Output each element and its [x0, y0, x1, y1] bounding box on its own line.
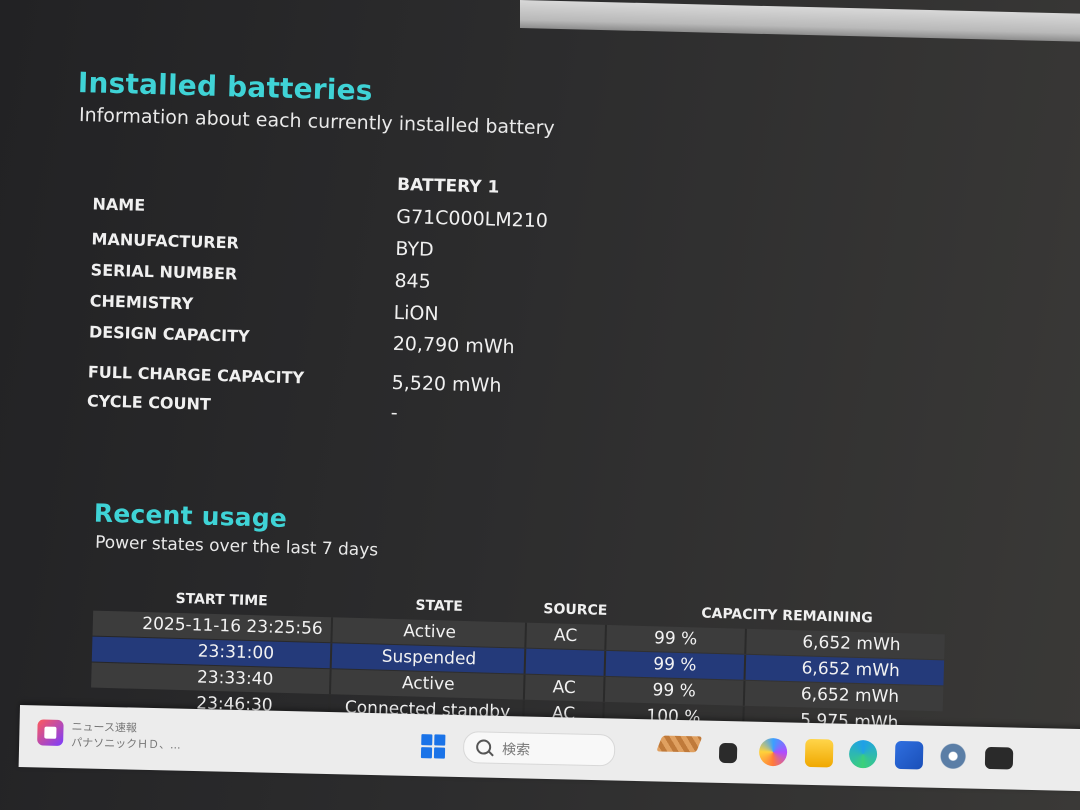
news-subline: パナソニックＨＤ、...	[71, 736, 181, 752]
cell-percent: 99 %	[606, 624, 747, 654]
start-icon	[421, 734, 433, 746]
header-capacity-remaining: CAPACITY REMAINING	[701, 605, 873, 627]
label-design-capacity: DESIGN CAPACITY	[88, 322, 250, 346]
settings-icon[interactable]	[938, 741, 968, 771]
label-name: NAME	[92, 194, 146, 215]
cell-state: Active	[334, 617, 528, 648]
value-manufacturer: BYD	[395, 237, 434, 261]
start-button[interactable]	[420, 734, 446, 759]
value-serial-number: 845	[394, 269, 432, 293]
taskbar-search[interactable]: 検索	[462, 731, 616, 767]
value-cycle-count: -	[390, 401, 398, 424]
recent-usage-heading: Recent usage	[93, 498, 288, 533]
value-name: G71C000LM210	[395, 205, 549, 233]
search-icon	[475, 739, 492, 755]
cell-percent: 99 %	[605, 650, 747, 680]
header-start-time: START TIME	[175, 590, 268, 610]
news-widget[interactable]: ニュース速報 パナソニックＨＤ、...	[37, 715, 198, 759]
file-explorer-icon[interactable]	[804, 738, 834, 768]
terminal-icon[interactable]	[984, 746, 1014, 770]
news-icon	[37, 719, 64, 746]
header-source: SOURCE	[543, 601, 608, 619]
cell-percent: 99 %	[604, 676, 746, 706]
value-full-charge-capacity: 5,520 mWh	[391, 371, 502, 397]
value-chemistry: LiON	[393, 301, 439, 326]
installed-batteries-heading: Installed batteries	[77, 65, 374, 108]
copilot-icon[interactable]	[758, 737, 788, 767]
label-serial-number: SERIAL NUMBER	[90, 260, 238, 284]
news-headline: ニュース速報	[71, 720, 138, 735]
task-view-icon[interactable]	[718, 742, 738, 764]
screen: Installed batteries Information about ea…	[0, 0, 1080, 810]
cell-state: Suspended	[333, 643, 527, 674]
recent-usage-table: START TIME STATE SOURCE CAPACITY REMAINI…	[90, 589, 954, 733]
header-state: STATE	[415, 597, 464, 615]
cell-source	[525, 648, 607, 676]
label-cycle-count: CYCLE COUNT	[86, 391, 212, 414]
edge-icon[interactable]	[848, 739, 878, 769]
label-manufacturer: MANUFACTURER	[91, 229, 240, 253]
battery-1-header: BATTERY 1	[396, 174, 500, 198]
device-dock-icon[interactable]	[649, 725, 720, 759]
value-design-capacity: 20,790 mWh	[392, 332, 515, 359]
installed-batteries-subtitle: Information about each currently install…	[78, 103, 556, 140]
label-chemistry: CHEMISTRY	[89, 291, 194, 314]
recent-usage-subtitle: Power states over the last 7 days	[94, 532, 379, 561]
cell-source: AC	[524, 674, 606, 702]
search-placeholder: 検索	[501, 741, 531, 759]
battery-report-page: Installed batteries Information about ea…	[0, 0, 1080, 810]
store-icon[interactable]	[894, 740, 924, 770]
cell-source: AC	[526, 622, 607, 650]
label-full-charge-capacity: FULL CHARGE CAPACITY	[87, 362, 305, 388]
